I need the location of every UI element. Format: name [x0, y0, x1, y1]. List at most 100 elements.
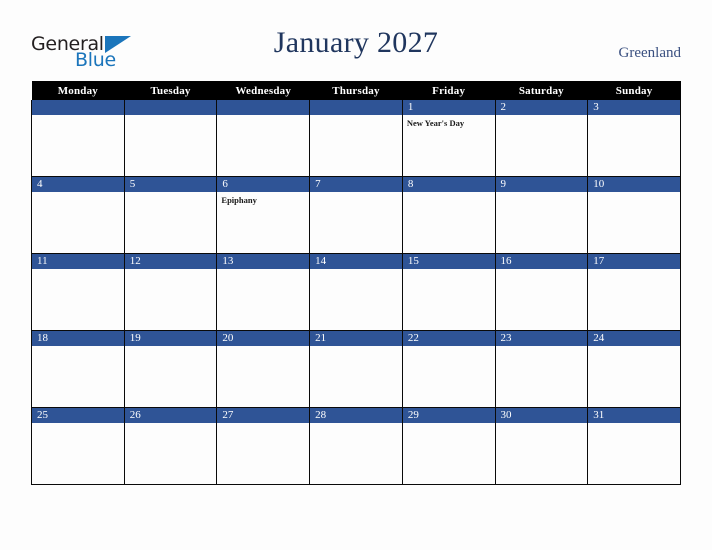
weekday-header-saturday: Saturday	[495, 81, 588, 100]
calendar-empty-cell	[31, 100, 125, 177]
day-events	[496, 346, 588, 349]
day-events	[403, 346, 495, 349]
day-events	[588, 115, 680, 118]
day-number: 2	[495, 100, 588, 115]
day-number: 8	[402, 177, 495, 192]
calendar-day-cell[interactable]: 29	[401, 407, 496, 485]
day-cell-inner	[124, 100, 217, 176]
day-number: 22	[402, 331, 495, 346]
day-number: 16	[495, 254, 588, 269]
calendar-day-cell[interactable]: 8	[401, 176, 496, 254]
calendar-day-cell[interactable]: 31	[587, 407, 681, 485]
day-number: 11	[32, 254, 124, 269]
day-cell-inner: 29	[402, 408, 495, 484]
calendar-week-row: 1 New Year's Day 2 3	[31, 100, 681, 177]
calendar-day-cell[interactable]: 2	[494, 100, 589, 177]
calendar-day-cell[interactable]: 14	[309, 253, 403, 331]
day-cell-inner: 31	[588, 408, 680, 484]
day-events	[403, 269, 495, 272]
calendar-day-cell[interactable]: 11	[31, 253, 125, 331]
day-number: 14	[310, 254, 402, 269]
day-number: 24	[588, 331, 680, 346]
day-cell-inner: 23	[495, 331, 588, 407]
calendar-day-cell[interactable]: 19	[123, 330, 218, 408]
day-events	[588, 423, 680, 426]
day-number: 19	[124, 331, 217, 346]
day-cell-inner: 11	[32, 254, 124, 330]
calendar-day-cell[interactable]: 22	[401, 330, 496, 408]
calendar-day-cell[interactable]: 28	[309, 407, 403, 485]
calendar-day-cell[interactable]: 24	[587, 330, 681, 408]
calendar-empty-cell	[216, 100, 311, 177]
day-number: 29	[402, 408, 495, 423]
day-events	[217, 269, 309, 272]
calendar-day-cell[interactable]: 30	[494, 407, 589, 485]
day-events	[125, 192, 217, 195]
calendar-day-cell[interactable]: 15	[401, 253, 496, 331]
calendar-day-cell[interactable]: 5	[123, 176, 218, 254]
calendar-day-cell[interactable]: 6 Epiphany	[216, 176, 311, 254]
calendar-day-cell[interactable]: 7	[309, 176, 403, 254]
day-events	[310, 346, 402, 349]
day-number: 3	[588, 100, 680, 115]
calendar-week-row: 11 12 13 14 15 16 17	[31, 253, 681, 331]
day-cell-inner: 2	[495, 100, 588, 176]
day-cell-inner: 10	[588, 177, 680, 253]
day-cell-inner	[32, 100, 124, 176]
weekday-header-sunday: Sunday	[587, 81, 681, 100]
weekday-header-tuesday: Tuesday	[124, 81, 217, 100]
day-events	[496, 115, 588, 118]
day-number: 28	[310, 408, 402, 423]
day-number: 30	[495, 408, 588, 423]
day-cell-inner: 14	[310, 254, 402, 330]
day-number	[217, 100, 310, 115]
day-cell-inner: 1 New Year's Day	[402, 100, 495, 176]
calendar-day-cell[interactable]: 25	[31, 407, 125, 485]
day-events	[32, 192, 124, 195]
calendar-empty-cell	[309, 100, 403, 177]
day-cell-inner: 13	[217, 254, 310, 330]
day-events	[588, 346, 680, 349]
weekday-header-friday: Friday	[402, 81, 496, 100]
calendar-day-cell[interactable]: 27	[216, 407, 311, 485]
calendar-day-cell[interactable]: 12	[123, 253, 218, 331]
day-number	[32, 100, 124, 115]
day-number: 17	[588, 254, 680, 269]
day-cell-inner: 26	[124, 408, 217, 484]
day-number: 20	[217, 331, 310, 346]
day-cell-inner	[310, 100, 402, 176]
calendar-day-cell[interactable]: 1 New Year's Day	[401, 100, 496, 177]
calendar-day-cell[interactable]: 21	[309, 330, 403, 408]
day-number: 15	[402, 254, 495, 269]
calendar-day-cell[interactable]: 3	[587, 100, 681, 177]
calendar-day-cell[interactable]: 26	[123, 407, 218, 485]
page-title: January 2027	[273, 26, 439, 59]
day-events	[32, 115, 124, 118]
day-number: 9	[495, 177, 588, 192]
calendar-day-cell[interactable]: 10	[587, 176, 681, 254]
day-number: 6	[217, 177, 310, 192]
calendar-body: 1 New Year's Day 2 3 4 5 6 Epiphany 7 8 9 10 11 12 13 1…	[31, 100, 681, 485]
calendar-page: General Blue January 2027 Greenland Mond…	[0, 0, 712, 550]
calendar-day-cell[interactable]: 16	[494, 253, 589, 331]
day-events	[310, 423, 402, 426]
calendar-day-cell[interactable]: 20	[216, 330, 311, 408]
calendar-day-cell[interactable]: 9	[494, 176, 589, 254]
weekday-header-wednesday: Wednesday	[216, 81, 310, 100]
calendar-day-cell[interactable]: 13	[216, 253, 311, 331]
calendar-day-cell[interactable]: 4	[31, 176, 125, 254]
day-number	[310, 100, 402, 115]
calendar-grid: Monday Tuesday Wednesday Thursday Friday…	[31, 81, 681, 485]
day-cell-inner: 15	[402, 254, 495, 330]
day-cell-inner: 27	[217, 408, 310, 484]
calendar-day-cell[interactable]: 17	[587, 253, 681, 331]
day-events	[310, 115, 402, 118]
calendar-day-cell[interactable]: 23	[494, 330, 589, 408]
calendar-day-cell[interactable]: 18	[31, 330, 125, 408]
day-cell-inner: 30	[495, 408, 588, 484]
day-number: 25	[32, 408, 124, 423]
weekday-header-thursday: Thursday	[309, 81, 403, 100]
day-cell-inner: 6 Epiphany	[217, 177, 310, 253]
holiday-label: Epiphany	[221, 195, 257, 205]
day-cell-inner: 4	[32, 177, 124, 253]
